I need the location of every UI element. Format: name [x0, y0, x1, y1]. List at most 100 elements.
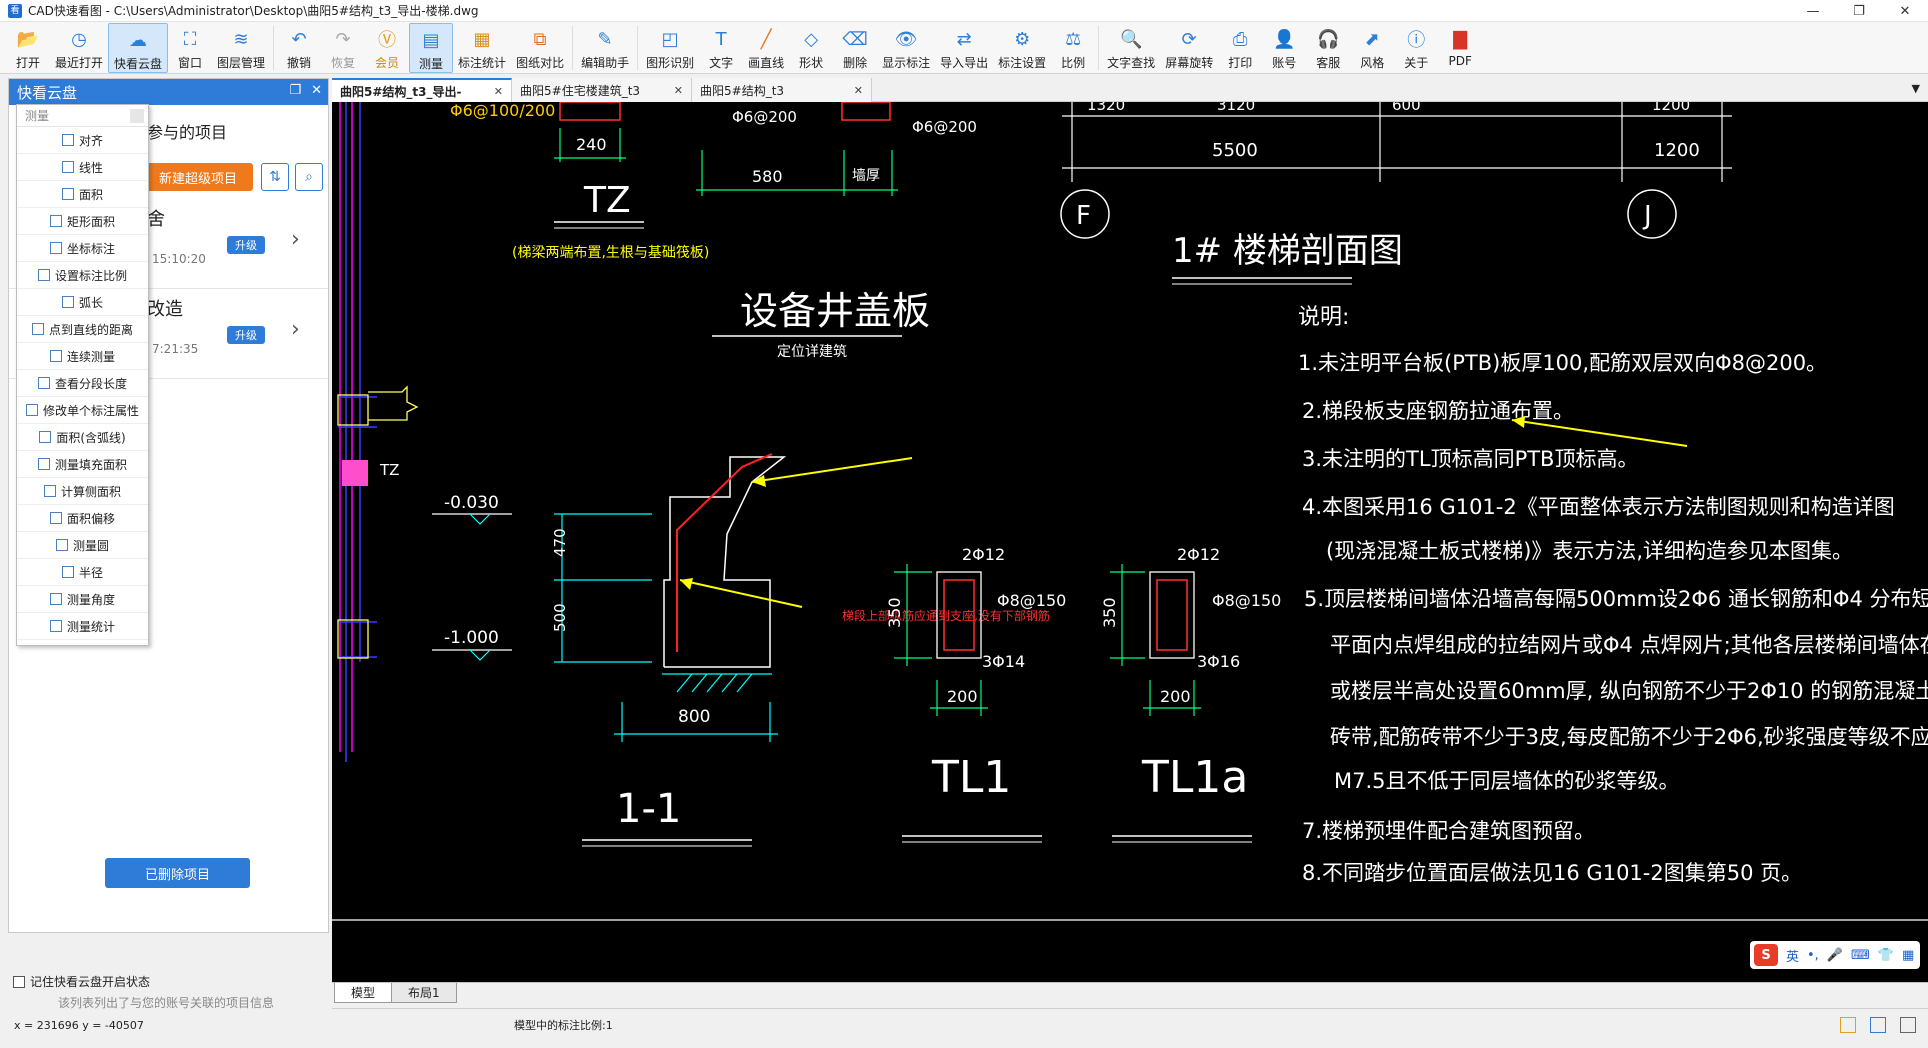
menu-item-align[interactable]: 对齐 [17, 127, 148, 154]
window-button[interactable]: ⛶ 窗口 [168, 23, 212, 73]
menu-item-set-scale[interactable]: 设置标注比例 [17, 262, 148, 289]
eraser-icon: ⌫ [842, 28, 868, 50]
menu-item-linear[interactable]: 线性 [17, 154, 148, 181]
upgrade-badge[interactable]: 升级 [227, 326, 265, 344]
undo-button[interactable]: ↶ 撤销 [277, 23, 321, 73]
new-super-project-button[interactable]: 新建超级项目 [143, 163, 253, 191]
skin-icon[interactable]: 👕 [1878, 948, 1894, 963]
rotate-button[interactable]: ⟳ 屏幕旋转 [1160, 23, 1218, 73]
about-button[interactable]: ⓘ 关于 [1394, 23, 1438, 73]
close-icon[interactable]: ✕ [854, 84, 863, 97]
project-name: 舍 [147, 209, 165, 230]
menu-item-rect-area[interactable]: 矩形面积 [17, 208, 148, 235]
note-line: 或楼层半高处设置60mm厚, 纵向钢筋不少于2Φ10 的钢筋混凝土带或配筋 [1330, 679, 1928, 703]
status-pdf-icon[interactable] [1870, 1017, 1886, 1033]
account-button[interactable]: 👤 账号 [1262, 23, 1306, 73]
menu-item-segment[interactable]: 查看分段长度 [17, 370, 148, 397]
redo-button[interactable]: ↷ 恢复 [321, 23, 365, 73]
delete-button[interactable]: ⌫ 删除 [833, 23, 877, 73]
menu-clear-icon[interactable] [130, 109, 144, 123]
open-button[interactable]: 📂 打开 [6, 23, 50, 73]
menu-item-coordinate[interactable]: 坐标标注 [17, 235, 148, 262]
status-fullscreen-icon[interactable] [1900, 1017, 1916, 1033]
layers-button[interactable]: ≋ 图层管理 [212, 23, 270, 73]
ime-toolbar[interactable]: S 英 •, 🎤 ⌨ 👕 ▦ [1750, 941, 1920, 969]
menu-item-angle[interactable]: 测量角度 [17, 586, 148, 613]
cad-drawing: TZ Φ6@100/200 240 TZ (梯梁两端布置,生根与基础筏板) Φ6… [332, 102, 1928, 921]
drawing-canvas[interactable]: TZ Φ6@100/200 240 TZ (梯梁两端布置,生根与基础筏板) Φ6… [332, 102, 1928, 982]
punctuation-icon[interactable]: •, [1807, 948, 1819, 963]
scale-button[interactable]: ⚖ 比例 [1051, 23, 1095, 73]
menu-item-arc-length[interactable]: 弧长 [17, 289, 148, 316]
toolbox-icon[interactable]: ▦ [1902, 948, 1914, 963]
shape-button[interactable]: ◇ 形状 [789, 23, 833, 73]
float-icon[interactable]: ❐ [289, 83, 301, 98]
menu-item-circle[interactable]: 测量圆 [17, 532, 148, 559]
line-button[interactable]: ╱ 画直线 [743, 23, 789, 73]
pointer-arrow [751, 457, 913, 483]
checkbox-icon[interactable] [13, 975, 25, 988]
dim-470: 470 [551, 528, 569, 557]
status-layer-icon[interactable] [1840, 1017, 1856, 1033]
participated-projects-tab[interactable]: 参与的项目 [147, 119, 227, 143]
ime-language[interactable]: 英 [1786, 946, 1799, 965]
menu-item-area[interactable]: 面积 [17, 181, 148, 208]
import-export-button[interactable]: ⇄ 导入导出 [935, 23, 993, 73]
tab-layout1[interactable]: 布局1 [391, 983, 457, 1003]
menu-item-continuous[interactable]: 连续测量 [17, 343, 148, 370]
menu-item-area-arc[interactable]: 面积(含弧线) [17, 424, 148, 451]
pdf-button[interactable]: ▇ PDF [1438, 23, 1482, 73]
menu-search[interactable]: 测量 [17, 105, 148, 127]
menu-item-side-area[interactable]: 计算侧面积 [17, 478, 148, 505]
minimize-button[interactable]: — [1790, 0, 1836, 22]
search-icon[interactable]: ⌕ [295, 163, 323, 191]
dim-500: 500 [551, 603, 569, 632]
deleted-projects-button[interactable]: 已删除项目 [105, 858, 250, 888]
annotation-stats-button[interactable]: ▦ 标注统计 [453, 23, 511, 73]
close-icon[interactable]: ✕ [674, 84, 683, 97]
menu-item-area-offset[interactable]: 面积偏移 [17, 505, 148, 532]
maximize-button[interactable]: ❐ [1836, 0, 1882, 22]
compare-button[interactable]: ⧉ 图纸对比 [511, 23, 569, 73]
microphone-icon[interactable]: 🎤 [1827, 948, 1843, 963]
keyboard-icon[interactable]: ⌨ [1851, 948, 1870, 963]
sync-icon[interactable]: ⇅ [261, 163, 289, 191]
area-arc-icon [39, 431, 52, 443]
support-button[interactable]: 🎧 客服 [1306, 23, 1350, 73]
doc-tab[interactable]: 曲阳5#结构_t3 ✕ [692, 78, 872, 102]
chevron-right-icon[interactable]: › [291, 227, 300, 252]
menu-item-radius[interactable]: 半径 [17, 559, 148, 586]
window-title: CAD快速看图 - C:\Users\Administrator\Desktop… [28, 4, 479, 18]
menu-item-fill-area[interactable]: 测量填充面积 [17, 451, 148, 478]
chevron-right-icon[interactable]: › [291, 317, 300, 342]
shape-recognize-button[interactable]: ◰ 图形识别 [641, 23, 699, 73]
document-tabs: 曲阳5#结构_t3_导出- ✕ 曲阳5#住宅楼建筑_t3 ✕ 曲阳5#结构_t3 ✕ [332, 78, 1928, 102]
close-icon[interactable]: ✕ [494, 85, 503, 98]
menu-item-point-line[interactable]: 点到直线的距离 [17, 316, 148, 343]
text-button[interactable]: T 文字 [699, 23, 743, 73]
text-search-button[interactable]: 🔍 文字查找 [1102, 23, 1160, 73]
tab-model[interactable]: 模型 [334, 983, 393, 1003]
print-button[interactable]: ⎙ 打印 [1218, 23, 1262, 73]
show-annotation-button[interactable]: 👁 显示标注 [877, 23, 935, 73]
vip-button[interactable]: Ⓥ 会员 [365, 23, 409, 73]
menu-item-edit-annotation[interactable]: 修改单个标注属性 [17, 397, 148, 424]
tabs-dropdown-icon[interactable]: ▼ [1912, 82, 1920, 95]
scale-status: 模型中的标注比例:1 [514, 1019, 613, 1032]
menu-item-stats[interactable]: 测量统计 [17, 613, 148, 640]
annotation-settings-button[interactable]: ⚙ 标注设置 [993, 23, 1051, 73]
upgrade-badge[interactable]: 升级 [227, 236, 265, 254]
doc-tab[interactable]: 曲阳5#结构_t3_导出- ✕ [332, 78, 512, 102]
close-icon[interactable]: ✕ [311, 83, 322, 98]
tl1a-stirrups: Φ8@150 [1212, 591, 1281, 610]
toolbar-divider [1098, 26, 1100, 70]
measure-button[interactable]: ▤ 测量 [409, 23, 454, 73]
close-button[interactable]: ✕ [1882, 0, 1928, 22]
edit-helper-button[interactable]: ✎ 编辑助手 [576, 23, 634, 73]
doc-tab[interactable]: 曲阳5#住宅楼建筑_t3 ✕ [512, 78, 692, 102]
remember-state-checkbox[interactable]: 记住快看云盘开启状态 [13, 973, 150, 990]
style-button[interactable]: ⬈ 风格 [1350, 23, 1394, 73]
cloud-button[interactable]: ☁ 快看云盘 [108, 23, 169, 73]
note-line: 3.未注明的TL顶标高同PTB顶标高。 [1302, 447, 1638, 471]
recent-button[interactable]: ◷ 最近打开 [50, 23, 108, 73]
